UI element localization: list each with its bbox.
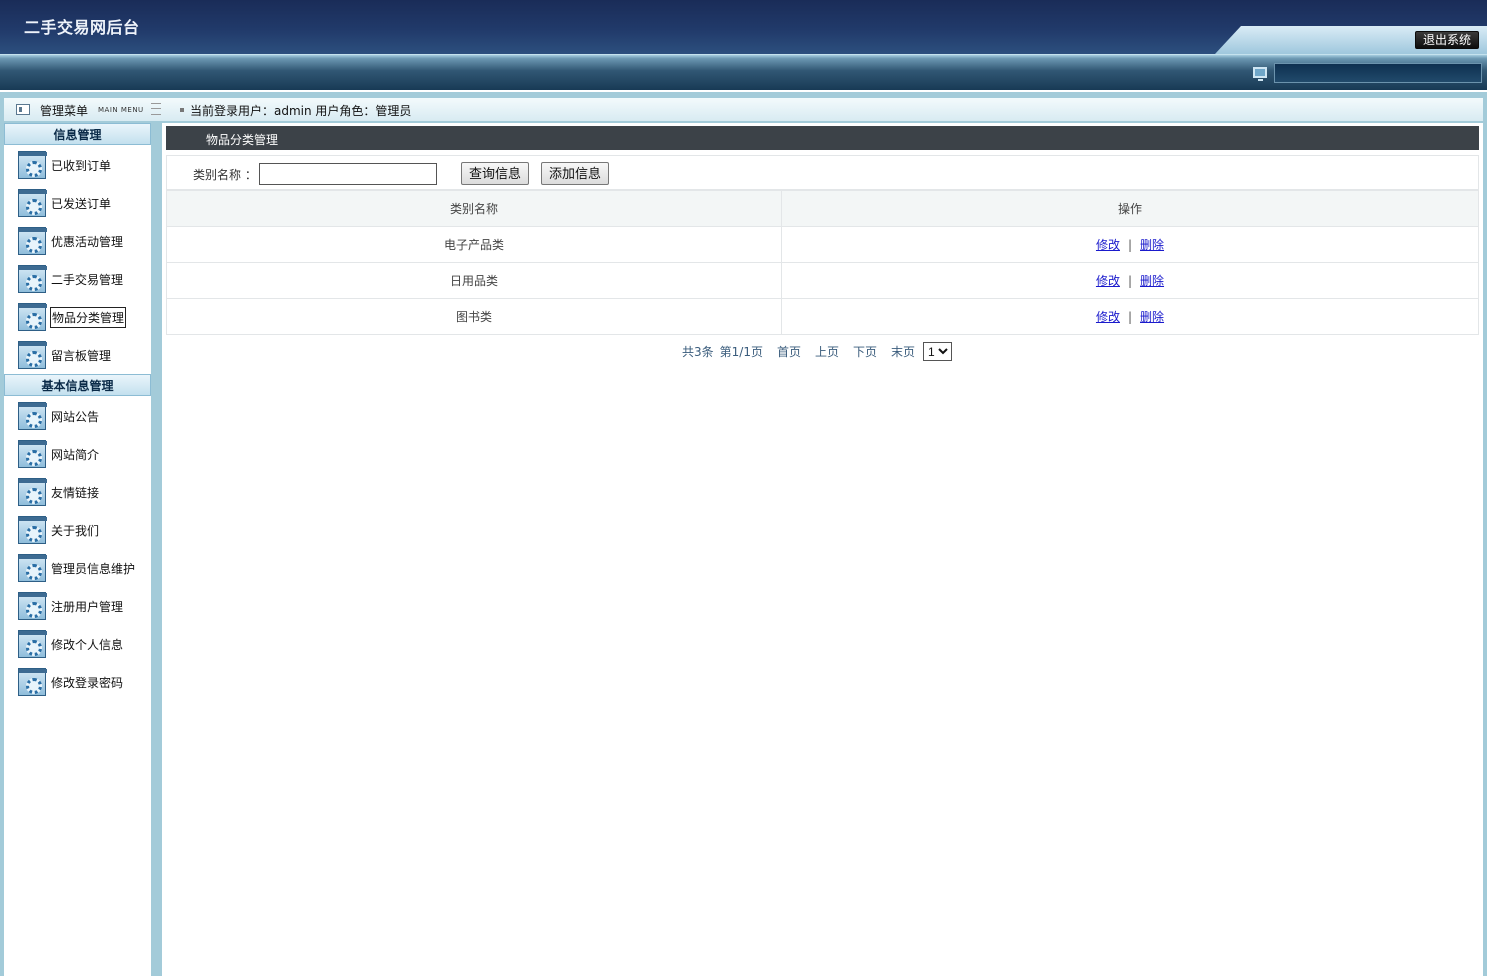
content-area: 物品分类管理 类别名称 ： 查询信息 添加信息 类别名称 操作 电子产品类 修改… <box>162 123 1483 976</box>
edit-link[interactable]: 修改 <box>1096 274 1120 288</box>
column-header-name: 类别名称 <box>166 190 782 227</box>
separator: | <box>1127 274 1133 288</box>
sidebar-item-label: 网站简介 <box>51 447 100 462</box>
gear-icon <box>18 265 47 293</box>
sidebar-item-change-password[interactable]: 修改登录密码 <box>18 666 124 698</box>
sidebar-item-sent-orders[interactable]: 已发送订单 <box>18 187 112 219</box>
sidebar-section-info[interactable]: 信息管理 <box>4 123 151 145</box>
category-table: 类别名称 操作 电子产品类 修改 | 删除 日用品类 修改 | 删除 图书类 修改 | 删除 <box>166 190 1479 335</box>
gear-icon <box>18 554 47 582</box>
sidebar-item-trades[interactable]: 二手交易管理 <box>18 263 124 295</box>
gear-icon <box>18 630 47 658</box>
page-title: 物品分类管理 <box>206 133 279 147</box>
pager-next-link[interactable]: 下页 <box>853 343 877 360</box>
pagination: 共3条 第1/1页 首页 上页 下页 末页 1 <box>682 342 953 361</box>
sidebar-item-admin-info[interactable]: 管理员信息维护 <box>18 552 136 584</box>
delete-link[interactable]: 删除 <box>1140 274 1164 288</box>
sidebar-item-label: 修改登录密码 <box>51 675 124 690</box>
sidebar-item-label: 管理员信息维护 <box>51 561 136 576</box>
menu-subtitle: MAIN MENU <box>98 106 144 114</box>
frame-header: 管理菜单 MAIN MENU 当前登录用户：admin 用户角色：管理员 <box>4 98 1483 122</box>
separator: | <box>1127 238 1133 252</box>
table-row: 日用品类 修改 | 删除 <box>166 262 1479 299</box>
sidebar-item-label: 已收到订单 <box>51 158 112 173</box>
top-banner: 二手交易网后台 退出系统 <box>0 0 1487 54</box>
sidebar-item-received-orders[interactable]: 已收到订单 <box>18 149 112 181</box>
sidebar-item-label: 友情链接 <box>51 485 100 500</box>
gear-icon <box>18 668 47 696</box>
bullet-icon <box>180 108 184 112</box>
separator: | <box>1127 310 1133 324</box>
query-button[interactable]: 查询信息 <box>461 162 530 185</box>
nav-bar <box>0 54 1487 90</box>
sidebar-item-about-us[interactable]: 关于我们 <box>18 514 100 546</box>
sidebar: 信息管理 已收到订单 已发送订单 优惠活动管理 二手交易管理 物品分类管理 留言… <box>4 123 151 976</box>
edit-link[interactable]: 修改 <box>1096 238 1120 252</box>
sidebar-item-label: 留言板管理 <box>51 348 112 363</box>
gear-icon <box>18 227 47 255</box>
column-header-actions: 操作 <box>781 190 1479 227</box>
sidebar-item-label: 物品分类管理 <box>50 306 127 328</box>
delete-link[interactable]: 删除 <box>1140 238 1164 252</box>
pager-page-info: 第1/1页 <box>719 345 763 359</box>
gear-icon <box>18 303 47 331</box>
sidebar-item-label: 修改个人信息 <box>51 637 124 652</box>
pager-last-link[interactable]: 末页 <box>891 343 915 360</box>
sidebar-item-label: 二手交易管理 <box>51 272 124 287</box>
delete-link[interactable]: 删除 <box>1140 310 1164 324</box>
sidebar-item-label: 注册用户管理 <box>51 599 124 614</box>
sidebar-item-edit-profile[interactable]: 修改个人信息 <box>18 628 124 660</box>
current-user-info: 当前登录用户：admin 用户角色：管理员 <box>190 104 412 118</box>
gear-icon <box>18 516 47 544</box>
actions-cell: 修改 | 删除 <box>781 298 1479 335</box>
menu-panel-icon <box>16 104 30 115</box>
sidebar-item-categories[interactable]: 物品分类管理 <box>18 301 127 333</box>
nav-status-field <box>1274 63 1482 83</box>
add-button[interactable]: 添加信息 <box>541 162 610 185</box>
category-name-input[interactable] <box>259 163 437 185</box>
sidebar-item-label: 优惠活动管理 <box>51 234 124 249</box>
exit-system-button[interactable]: 退出系统 <box>1414 31 1479 49</box>
table-header-row: 类别名称 操作 <box>166 190 1479 227</box>
monitor-icon <box>1253 67 1267 81</box>
sidebar-item-label: 关于我们 <box>51 523 100 538</box>
sidebar-item-label: 网站公告 <box>51 409 100 424</box>
collapse-handle-icon[interactable] <box>151 103 161 115</box>
pager-first-link[interactable]: 首页 <box>777 343 801 360</box>
sidebar-item-announcements[interactable]: 网站公告 <box>18 400 100 432</box>
gear-icon <box>18 189 47 217</box>
pager-total: 共3条 <box>682 345 714 359</box>
sidebar-item-guestbook[interactable]: 留言板管理 <box>18 339 112 371</box>
menu-title: 管理菜单 <box>40 104 89 118</box>
sidebar-item-registered-users[interactable]: 注册用户管理 <box>18 590 124 622</box>
page-select[interactable]: 1 <box>923 342 953 361</box>
sidebar-item-label: 已发送订单 <box>51 196 112 211</box>
gear-icon <box>18 151 47 179</box>
pager-prev-link[interactable]: 上页 <box>815 343 839 360</box>
table-row: 图书类 修改 | 删除 <box>166 298 1479 335</box>
site-title: 二手交易网后台 <box>24 18 140 37</box>
gear-icon <box>18 478 47 506</box>
content-title-bar: 物品分类管理 <box>166 126 1479 150</box>
category-name-cell: 电子产品类 <box>166 226 782 263</box>
gear-icon <box>18 440 47 468</box>
gear-icon <box>18 341 47 369</box>
search-form: 类别名称 ： 查询信息 添加信息 <box>166 155 1479 190</box>
gear-icon <box>18 592 47 620</box>
category-name-cell: 图书类 <box>166 298 782 335</box>
edit-link[interactable]: 修改 <box>1096 310 1120 324</box>
category-name-cell: 日用品类 <box>166 262 782 299</box>
actions-cell: 修改 | 删除 <box>781 262 1479 299</box>
sidebar-section-basic-info[interactable]: 基本信息管理 <box>4 374 151 396</box>
search-label: 类别名称 ： <box>193 168 257 182</box>
sidebar-item-site-intro[interactable]: 网站简介 <box>18 438 100 470</box>
sidebar-item-promotions[interactable]: 优惠活动管理 <box>18 225 124 257</box>
table-row: 电子产品类 修改 | 删除 <box>166 226 1479 263</box>
gear-icon <box>18 402 47 430</box>
sidebar-item-friend-links[interactable]: 友情链接 <box>18 476 100 508</box>
actions-cell: 修改 | 删除 <box>781 226 1479 263</box>
